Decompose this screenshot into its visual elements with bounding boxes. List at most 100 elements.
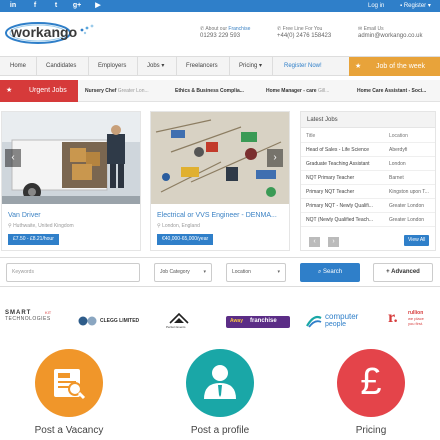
partner-name: franchise [250,318,277,324]
partner-name: Perfect Events [166,325,186,329]
star-icon: ★ [6,87,13,94]
map-pin-icon: ⚲ [8,223,12,229]
partner-line2: TECHNOLOGIES [5,316,51,322]
workango-logo[interactable]: workango [4,21,98,45]
linkedin-icon[interactable]: in [8,1,18,11]
chevron-down-icon: ▾ [259,63,263,69]
twitter-icon[interactable]: t [51,1,61,11]
plus-icon: + [386,269,390,275]
post-vacancy-title[interactable]: Post a Vacancy [19,425,119,436]
view-all-button[interactable]: View All [404,235,430,246]
pricing-circle[interactable]: £ [337,349,405,417]
star-icon: ★ [355,63,362,70]
info-icon: ✆ [200,26,205,32]
partner-line2: people [325,321,347,328]
nav-freelancers[interactable]: Freelancers [186,57,218,76]
nav-pricing[interactable]: Pricing ▾ [239,57,262,76]
google-plus-icon[interactable]: g+ [72,1,82,11]
nav-register-now[interactable]: Register Now! [284,57,322,76]
table-row[interactable]: Primary NQT Teacher Kingston upon T... [301,185,435,199]
chevron-down-icon: ▾ [277,269,280,275]
partner-line1: computer [325,312,359,321]
location-value: Location [232,269,251,275]
post-vacancy-circle[interactable] [35,349,103,417]
main-nav: Home Candidates Employers Jobs ▾ Freelan… [0,56,440,76]
job-category-select[interactable]: Job Category ▾ [154,263,212,282]
job-location: ⚲ London, England [157,223,200,229]
mail-icon: ✉ [358,26,363,32]
latest-jobs-panel: Latest Jobs Title Location Head of Sales… [300,111,436,251]
partner-logo-smart-technologies[interactable]: SMART TECHNOLOGIES KIT [5,310,51,330]
freeline-info: ✆ Free Line For You +44(0) 2476 158423 [277,26,331,40]
search-button[interactable]: ⌕ Search [300,263,360,282]
pound-icon: £ [360,361,382,403]
table-row[interactable]: Head of Sales - Life Science Aberdyfi [301,143,435,157]
urgent-jobs-text: Urgent Jobs [29,87,67,94]
location-select[interactable]: Location ▾ [226,263,286,282]
job-location-text: Huthwaite, United Kingdom [13,223,74,229]
job-of-the-week-button[interactable]: ★ Job of the week [349,57,440,76]
search-label: Search [323,269,343,275]
map-pin-icon: ⚲ [157,223,161,229]
slider-prev-arrow[interactable]: ‹ [5,149,21,167]
table-row[interactable]: Graduate Teaching Assistant London [301,157,435,171]
job-title[interactable]: Van Driver [8,212,41,219]
register-label: Register [403,3,427,9]
computer-people-logo-mark [306,315,322,328]
clegg-logo-mark [78,316,97,326]
job-title[interactable]: Electrical or VVS Engineer - DENMA... [157,212,277,219]
chevron-down-icon: ▾ [203,269,206,275]
column-location: Location [389,133,408,139]
latest-next-button[interactable]: › [328,237,339,247]
job-of-the-week-label: Job of the week [376,63,426,70]
featured-job-card[interactable]: Van Driver ⚲ Huthwaite, United Kingdom £… [1,111,141,251]
urgent-job-item[interactable]: Home Care Assistant - Soci... [357,80,426,102]
advanced-label: Advanced [391,269,420,275]
top-bar: in f t g+ ▶ Log in ▪ Register ▾ [0,0,440,12]
urgent-job-item[interactable]: Nursery Chef Greater Lon... [85,80,149,102]
user-icon: ▪ [400,3,403,9]
job-location: ⚲ Huthwaite, United Kingdom [8,223,74,229]
login-link[interactable]: Log in [368,2,384,10]
franchise-link[interactable]: Franchise [228,26,250,32]
urgent-job-item[interactable]: Home Manager - care Gill... [266,80,329,102]
chevron-down-icon: ▾ [161,63,165,69]
nav-jobs-label: Jobs [147,63,160,69]
latest-prev-button[interactable]: ‹ [309,237,320,247]
pricing-title[interactable]: Pricing [321,425,421,436]
job-search-icon [54,369,86,400]
email-value[interactable]: admin@workango.co.uk [358,33,422,40]
keywords-input[interactable]: Keywords [6,263,140,282]
post-profile-circle[interactable] [186,349,254,417]
table-row[interactable]: Primary NQT - Newly Qualifi... Greater Lo… [301,199,435,213]
partner-prefix: Away [230,318,243,324]
nav-home[interactable]: Home [10,57,26,76]
nav-jobs[interactable]: Jobs ▾ [147,57,164,76]
latest-jobs-header-row: Title Location [301,129,435,143]
freeline-label: Free Line For You [282,26,323,32]
register-link[interactable]: ▪ Register ▾ [400,2,431,10]
featured-job-card[interactable]: Electrical or VVS Engineer - DENMA... ⚲ … [150,111,290,251]
column-title: Title [306,133,316,139]
chevron-down-icon: ▾ [427,3,431,9]
email-info: ✉ Email Us admin@workango.co.uk [358,26,422,40]
latest-jobs-heading: Latest Jobs [301,112,435,128]
salary-badge: €40,000-65,000/year [157,234,214,245]
phone-icon: ✆ [277,26,282,32]
nav-pricing-label: Pricing [239,63,258,69]
partner-line3: you first. [408,321,424,326]
nav-candidates[interactable]: Candidates [46,57,76,76]
partner-logo-franchise[interactable]: Away franchise [226,316,290,328]
table-row[interactable]: NQT (Newly Qualified Teach... Greater Lon… [301,213,435,227]
youtube-icon[interactable]: ▶ [93,1,103,11]
partner-name: r. [388,309,398,326]
urgent-job-item[interactable]: Ethics & Business Complia... [175,80,244,102]
nav-employers[interactable]: Employers [98,57,126,76]
facebook-icon[interactable]: f [30,1,40,11]
table-row[interactable]: NQT Primary Teacher Barnet [301,171,435,185]
job-location-text: London, England [162,223,200,229]
urgent-jobs-ticker: Nursery Chef Greater Lon... Ethics & Bus… [78,80,440,102]
advanced-search-button[interactable]: + Advanced [373,263,433,282]
slider-next-arrow[interactable]: › [267,149,283,167]
post-profile-title[interactable]: Post a profile [170,425,270,436]
